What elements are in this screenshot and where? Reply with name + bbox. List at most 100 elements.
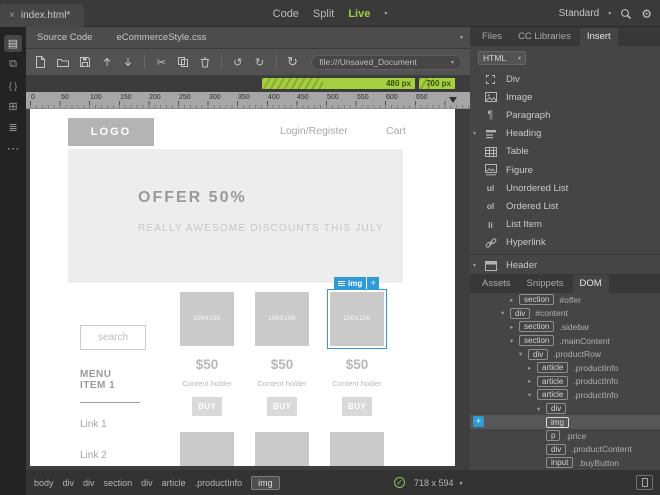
cut-icon[interactable]: ✂ bbox=[154, 55, 168, 69]
buy-button[interactable]: BUY bbox=[267, 397, 297, 416]
live-view-button[interactable]: Live bbox=[348, 8, 370, 20]
collapse-icon[interactable]: ▾ bbox=[501, 309, 510, 317]
product-card-selected[interactable]: 100X100 $50 Content holder BUY bbox=[330, 292, 384, 416]
site-logo[interactable]: LOGO bbox=[68, 118, 154, 146]
tab-files[interactable]: Files bbox=[475, 28, 509, 46]
dom-panel-icon[interactable]: ≣ bbox=[4, 119, 22, 136]
open-file-icon[interactable] bbox=[56, 55, 70, 69]
product-image-placeholder[interactable]: 100X100 bbox=[180, 292, 234, 346]
insert-item-header[interactable]: ▾ Header bbox=[470, 257, 660, 274]
insert-item-hyperlink[interactable]: Hyperlink bbox=[470, 234, 660, 252]
buy-button[interactable]: BUY bbox=[192, 397, 222, 416]
device-preview-button[interactable] bbox=[636, 475, 653, 490]
product-image-placeholder[interactable]: 100X100 bbox=[255, 292, 309, 346]
insert-item-table[interactable]: Table bbox=[470, 143, 660, 161]
dom-tag-chip[interactable]: section bbox=[519, 294, 555, 306]
insert-item-figure[interactable]: Figure bbox=[470, 161, 660, 179]
expand-icon[interactable]: ▸ bbox=[510, 323, 519, 331]
dom-tree-item[interactable]: ▸ article .productInfo bbox=[470, 361, 660, 375]
css-designer-icon[interactable]: { } bbox=[4, 77, 22, 94]
dom-tag-chip[interactable]: section bbox=[519, 335, 555, 347]
expand-icon[interactable]: ▸ bbox=[528, 364, 537, 372]
element-display-tag[interactable]: img bbox=[334, 277, 367, 289]
dom-tree-item[interactable]: p .price bbox=[470, 429, 660, 443]
dom-tag-chip[interactable]: article bbox=[537, 362, 569, 374]
collapse-icon[interactable]: ▾ bbox=[537, 405, 546, 413]
dom-tree-item[interactable]: ▸ section #offer bbox=[470, 293, 660, 307]
product-image-placeholder[interactable] bbox=[255, 432, 309, 466]
related-file-stylesheet[interactable]: eCommerceStyle.css bbox=[116, 32, 206, 43]
dom-tree-item[interactable]: ▾ div bbox=[470, 402, 660, 416]
workspace-dropdown-icon[interactable]: ▾ bbox=[608, 10, 611, 17]
tab-dom[interactable]: DOM bbox=[572, 275, 609, 293]
split-view-button[interactable]: Split bbox=[313, 8, 334, 20]
dom-tree-item-selected[interactable]: + img bbox=[470, 415, 660, 429]
tag-selector[interactable]: .productInfo bbox=[195, 478, 243, 488]
tag-selector[interactable]: article bbox=[162, 478, 186, 488]
trash-icon[interactable] bbox=[198, 55, 212, 69]
dom-tree-item[interactable]: ▾ div .productRow bbox=[470, 347, 660, 361]
login-register-link[interactable]: Login/Register bbox=[280, 125, 348, 137]
insert-item-div[interactable]: Div bbox=[470, 70, 660, 88]
more-tools-icon[interactable]: ⋯ bbox=[4, 140, 22, 157]
dom-tree-item[interactable]: ▸ article .productInfo bbox=[470, 375, 660, 389]
dom-tag-chip[interactable]: div bbox=[546, 403, 567, 415]
dom-tree-item[interactable]: ▾ section .mainContent bbox=[470, 334, 660, 348]
dom-tag-chip[interactable]: article bbox=[537, 375, 569, 387]
dom-tag-chip[interactable]: section bbox=[519, 321, 555, 333]
product-card[interactable]: 100X100 $50 Content holder BUY bbox=[180, 292, 234, 416]
dom-tag-chip[interactable]: img bbox=[546, 416, 569, 428]
insert-item-paragraph[interactable]: ¶ Paragraph bbox=[470, 106, 660, 124]
sidebar-link-1[interactable]: Link 1 bbox=[80, 419, 107, 430]
product-image-placeholder[interactable] bbox=[180, 432, 234, 466]
buy-button[interactable]: BUY bbox=[342, 397, 372, 416]
tag-selector[interactable]: div bbox=[83, 478, 95, 488]
collapse-icon[interactable]: ▾ bbox=[519, 350, 528, 358]
tab-assets[interactable]: Assets bbox=[475, 275, 518, 293]
dom-tree-item[interactable]: ▾ div #content bbox=[470, 307, 660, 321]
expand-icon[interactable]: ▸ bbox=[510, 296, 519, 304]
product-card[interactable]: 100X100 $50 Content holder BUY bbox=[255, 292, 309, 416]
document-tab[interactable]: × index.html* bbox=[0, 4, 85, 27]
dom-tag-chip[interactable]: input bbox=[546, 457, 574, 469]
insert-item-heading[interactable]: ▾ Heading bbox=[470, 125, 660, 143]
related-files-menu-icon[interactable]: ▾ bbox=[460, 34, 463, 41]
download-get-icon[interactable] bbox=[121, 55, 135, 69]
dom-tree-item[interactable]: div .productContent bbox=[470, 443, 660, 457]
media-query-700[interactable]: 700 px bbox=[419, 78, 455, 89]
lint-ok-icon[interactable]: ✓ bbox=[394, 477, 405, 488]
open-documents-icon[interactable]: ▤ bbox=[4, 35, 22, 52]
insert-panel-icon[interactable]: ⊞ bbox=[4, 98, 22, 115]
upload-put-icon[interactable] bbox=[100, 55, 114, 69]
dom-tree-item[interactable]: ▸ section .sidebar bbox=[470, 320, 660, 334]
related-file-source-code[interactable]: Source Code bbox=[37, 32, 92, 43]
expand-icon[interactable]: ▸ bbox=[528, 377, 537, 385]
dom-tag-chip[interactable]: article bbox=[537, 389, 569, 401]
settings-gear-icon[interactable]: ⚙ bbox=[641, 7, 652, 21]
tab-snippets[interactable]: Snippets bbox=[520, 275, 571, 293]
undo-icon[interactable]: ↺ bbox=[231, 55, 245, 69]
tag-selector-active[interactable]: img bbox=[251, 475, 280, 490]
collapse-icon[interactable]: ▾ bbox=[528, 391, 537, 399]
add-element-icon[interactable]: + bbox=[367, 277, 380, 289]
save-file-icon[interactable] bbox=[78, 55, 92, 69]
redo-icon[interactable]: ↻ bbox=[253, 55, 267, 69]
chevron-down-icon[interactable]: ▾ bbox=[473, 262, 476, 269]
tag-selector[interactable]: body bbox=[34, 478, 54, 488]
insert-category-select[interactable]: HTML ▾ bbox=[478, 51, 526, 65]
sidebar-link-2[interactable]: Link 2 bbox=[80, 450, 107, 461]
refresh-icon[interactable]: ↻ bbox=[286, 54, 300, 69]
new-file-icon[interactable] bbox=[34, 55, 48, 69]
product-image-placeholder[interactable] bbox=[330, 432, 384, 466]
collapse-icon[interactable]: ▾ bbox=[510, 337, 519, 345]
workspace-switcher[interactable]: Standard bbox=[559, 8, 600, 19]
tab-cc-libraries[interactable]: CC Libraries bbox=[511, 28, 578, 46]
close-tab-icon[interactable]: × bbox=[9, 10, 15, 21]
offer-banner[interactable]: OFFER 50% REALLY AWESOME DISCOUNTS THIS … bbox=[68, 149, 403, 283]
file-management-icon[interactable]: ⧉ bbox=[4, 56, 22, 73]
product-image-placeholder[interactable]: 100X100 bbox=[330, 292, 384, 346]
insert-item-image[interactable]: Image bbox=[470, 88, 660, 106]
cart-link[interactable]: Cart bbox=[386, 125, 406, 137]
add-element-button[interactable]: + bbox=[473, 416, 484, 428]
element-options-icon[interactable] bbox=[338, 280, 345, 286]
